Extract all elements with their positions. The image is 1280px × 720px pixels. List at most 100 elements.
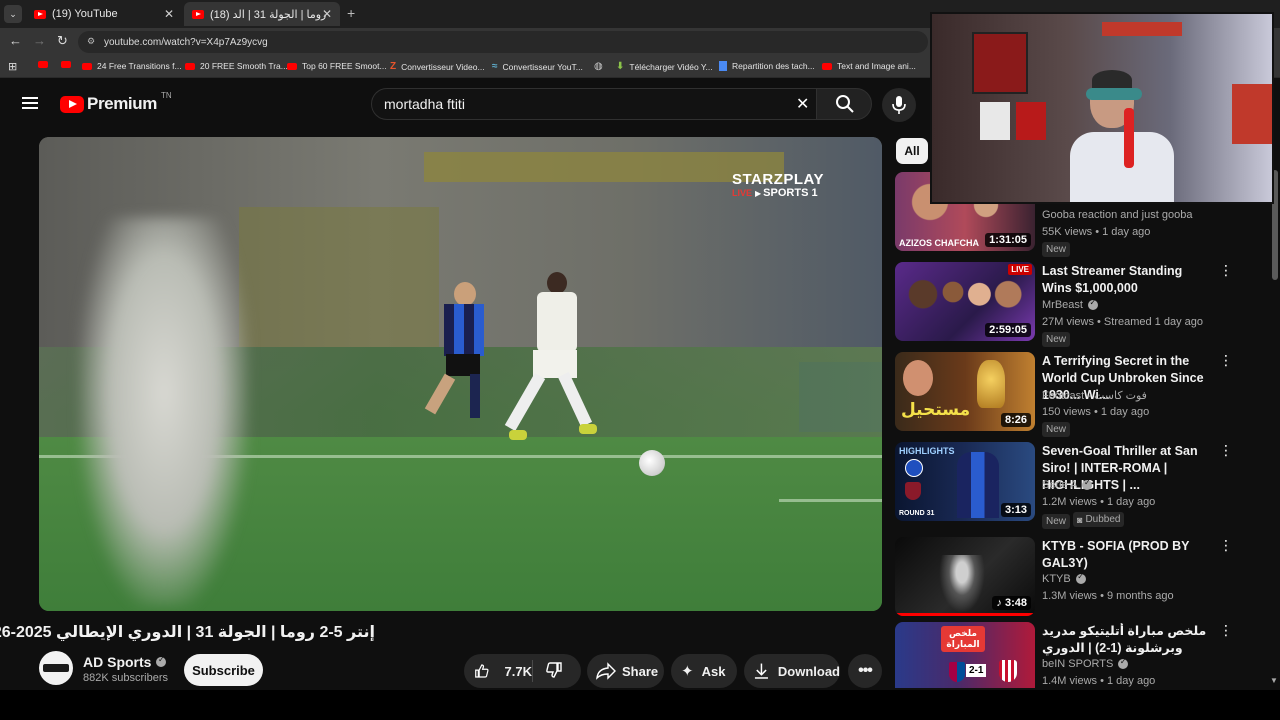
reload-icon[interactable]: ↻ — [57, 33, 68, 49]
forward-icon[interactable]: → — [33, 33, 46, 48]
related-channel-4[interactable]: KTYB — [1042, 572, 1086, 585]
bookmark-label: 24 Free Transitions f... — [97, 61, 182, 71]
scroll-down-icon[interactable]: ▼ — [1270, 676, 1278, 685]
dislike-button[interactable] — [533, 661, 563, 682]
verified-icon — [1075, 572, 1086, 584]
barcelona-crest — [949, 662, 965, 682]
bookmark-7[interactable]: Repartition des tach... — [719, 61, 815, 71]
bookmark-youtube[interactable] — [38, 61, 53, 68]
new-badge: New — [1042, 514, 1071, 529]
related-thumbnail-2[interactable]: مستحيل 8:26 — [895, 352, 1035, 431]
site-info-icon[interactable]: ⚙ — [87, 36, 95, 47]
bookmark-youtube-2[interactable] — [61, 61, 76, 68]
video-player[interactable]: STARZPLAY LIVE ▶ SPORTS 1 — [39, 137, 882, 611]
related-channel-1[interactable]: MrBeast — [1042, 298, 1098, 311]
more-vertical-icon[interactable]: ⋮ — [1219, 443, 1233, 457]
region-code: TN — [160, 90, 172, 100]
related-channel-2[interactable]: Footcast - فوت كاست — [1042, 389, 1147, 402]
menu-icon[interactable] — [22, 97, 38, 109]
chip-all[interactable]: All — [896, 138, 928, 164]
tab-youtube-home[interactable]: (19) YouTube ✕ — [26, 2, 182, 26]
youtube-logo[interactable]: Premium TN — [60, 90, 172, 114]
taskbar-strip — [0, 690, 1280, 720]
related-thumbnail-5[interactable]: ملخص المباراة 2-1 — [895, 622, 1035, 688]
channel-avatar[interactable] — [39, 651, 73, 685]
like-count: 7.7K — [504, 663, 532, 679]
more-actions-button[interactable]: ••• — [848, 654, 882, 688]
related-thumbnail-1[interactable]: LIVE 2:59:05 — [895, 262, 1035, 341]
wall-jersey — [1016, 102, 1046, 140]
related-thumbnail-4[interactable]: ♪ 3:48 — [895, 537, 1035, 616]
bookmark-globe[interactable]: ◍ — [594, 61, 603, 72]
download-icon — [754, 663, 768, 679]
related-title-4[interactable]: KTYB - SOFIA (PROD BY GAL3Y) — [1042, 538, 1214, 572]
back-icon[interactable]: ← — [9, 33, 22, 48]
thumbnail-caption: ملخص المباراة — [941, 626, 985, 652]
apps-icon[interactable]: ⊞ — [8, 60, 17, 73]
video-duration: 2:59:05 — [985, 323, 1031, 337]
download-label: Download — [777, 663, 840, 679]
tab-video[interactable]: (18) إنتر 5-2 روما | الجولة 31 | الد... … — [184, 2, 340, 26]
broadcaster-logo: STARZPLAY LIVE ▶ SPORTS 1 — [732, 171, 832, 199]
player-blurred — [79, 217, 249, 607]
bookmark-8[interactable]: Text and Image ani... — [822, 61, 916, 71]
related-channel-0[interactable]: Gooba reaction and just gooba — [1042, 209, 1192, 221]
address-bar[interactable]: ⚙ youtube.com/watch?v=X4p7Az9ycvg — [78, 31, 928, 53]
clear-search-icon[interactable]: ✕ — [796, 94, 809, 114]
bookmark-3[interactable]: Top 60 FREE Smoot... — [287, 61, 387, 71]
youtube-icon — [185, 62, 195, 70]
voice-search-button[interactable] — [882, 88, 916, 122]
search-button[interactable] — [816, 88, 872, 120]
thumbnail-round: ROUND 31 — [899, 510, 935, 517]
more-vertical-icon[interactable]: ⋮ — [1219, 538, 1233, 552]
more-horizontal-icon: ••• — [858, 662, 873, 679]
address-bar-url: youtube.com/watch?v=X4p7Az9ycvg — [104, 36, 268, 48]
bookmark-6[interactable]: ⬇ Télécharger Vidéo Y... — [616, 61, 713, 72]
ask-label: Ask — [701, 663, 726, 679]
related-meta-2: 150 views • 1 day ago — [1042, 406, 1150, 418]
download-button[interactable]: Download — [744, 654, 840, 688]
ask-button[interactable]: ✦ Ask — [671, 654, 737, 688]
bookmark-2[interactable]: 20 FREE Smooth Tra... — [185, 61, 288, 71]
verified-icon — [156, 655, 167, 667]
logo-text: Premium — [87, 94, 157, 113]
verified-icon — [1082, 478, 1093, 490]
video-duration: 1:31:05 — [985, 233, 1031, 247]
tab-title: (19) YouTube — [52, 8, 118, 20]
tab-close-icon[interactable]: ✕ — [322, 7, 332, 21]
play-triangle-icon: ▶ — [755, 188, 762, 198]
more-vertical-icon[interactable]: ⋮ — [1219, 263, 1233, 277]
tab-list-button[interactable]: ⌄ — [4, 5, 22, 23]
related-channel-5[interactable]: beIN SPORTS — [1042, 657, 1129, 670]
channel-label: Serie A — [1042, 479, 1078, 491]
tab-title: (18) إنتر 5-2 روما | الجولة 31 | الد... — [210, 8, 328, 21]
share-button[interactable]: Share — [587, 654, 664, 688]
globe-icon: ◍ — [594, 61, 603, 72]
related-thumbnail-3[interactable]: HIGHLIGHTS ROUND 31 3:13 — [895, 442, 1035, 521]
subscriber-count: 882K subscribers — [83, 672, 168, 684]
more-vertical-icon[interactable]: ⋮ — [1219, 353, 1233, 367]
bookmark-4[interactable]: Z Convertisseur Video... — [390, 61, 485, 72]
yellow-board — [239, 207, 439, 347]
search-value: mortadha ftiti — [384, 96, 465, 112]
channel-name[interactable]: AD Sports — [83, 654, 167, 670]
related-title-5[interactable]: ملخص مباراة أتليتيكو مدريد وبرشلونة (1-2… — [1042, 623, 1214, 657]
related-channel-3[interactable]: Serie A — [1042, 478, 1093, 491]
more-vertical-icon[interactable]: ⋮ — [1219, 623, 1233, 637]
channel-label: MrBeast — [1042, 299, 1083, 311]
related-title-1[interactable]: Last Streamer Standing Wins $1,000,000 — [1042, 263, 1214, 297]
tab-close-icon[interactable]: ✕ — [164, 7, 174, 21]
like-button[interactable]: 7.7K — [464, 662, 532, 680]
inter-crest — [905, 459, 923, 477]
bookmark-label: Convertisseur YouT... — [502, 61, 583, 72]
streamer-figure — [1062, 70, 1182, 202]
subscribe-button[interactable]: Subscribe — [184, 654, 263, 686]
broadcaster-channel: SPORTS 1 — [763, 187, 818, 199]
new-tab-icon[interactable]: + — [347, 5, 355, 21]
thumbnail-caption: AZIZOS CHAFCHA — [899, 238, 979, 248]
related-meta-5: 1.4M views • 1 day ago — [1042, 675, 1156, 687]
bookmark-5[interactable]: ≈ Convertisseur YouT... — [492, 61, 583, 72]
soccer-ball — [639, 450, 665, 476]
bookmark-1[interactable]: 24 Free Transitions f... — [82, 61, 182, 71]
search-input[interactable]: mortadha ftiti ✕ — [371, 88, 817, 120]
